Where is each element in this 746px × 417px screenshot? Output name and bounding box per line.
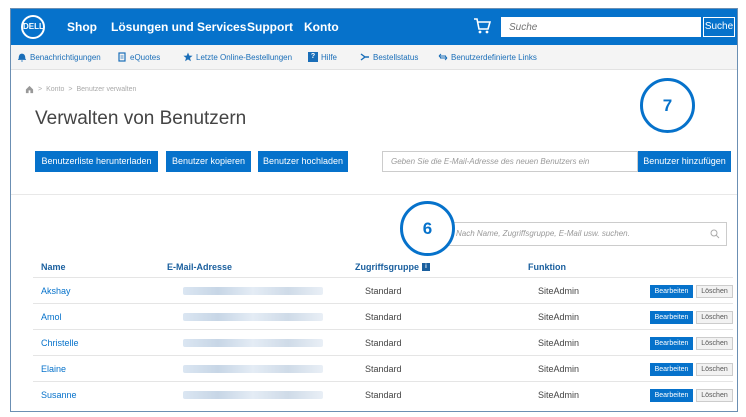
delete-button[interactable]: Löschen (696, 311, 733, 324)
page-title: Verwalten von Benutzern (35, 108, 247, 129)
access-group: Standard (365, 286, 402, 296)
top-nav: DELL Shop Lösungen und Services Support … (11, 9, 737, 45)
email-redacted (183, 339, 323, 347)
user-name-link[interactable]: Amol (41, 312, 62, 322)
subnav-order-status[interactable]: Bestellstatus (360, 52, 418, 62)
role: SiteAdmin (538, 338, 580, 348)
star-icon (183, 52, 193, 62)
edit-button[interactable]: Bearbeiten (650, 363, 693, 376)
link-icon (438, 53, 448, 61)
access-group: Standard (365, 390, 402, 400)
delete-button[interactable]: Löschen (696, 337, 733, 350)
edit-button[interactable]: Bearbeiten (650, 311, 693, 324)
search-icon (710, 229, 720, 239)
email-redacted (183, 313, 323, 321)
table-row: Amol Standard SiteAdmin Bearbeiten Lösch… (33, 303, 733, 329)
app-frame: DELL Shop Lösungen und Services Support … (10, 8, 738, 412)
email-redacted (183, 391, 323, 399)
edit-button[interactable]: Bearbeiten (650, 285, 693, 298)
role: SiteAdmin (538, 286, 580, 296)
new-user-email-input[interactable]: Geben Sie die E-Mail-Adresse des neuen B… (382, 151, 638, 172)
table-row: Christelle Standard SiteAdmin Bearbeiten… (33, 329, 733, 355)
column-header-name[interactable]: Name (41, 262, 66, 272)
subnav-help[interactable]: ? Hilfe (308, 52, 337, 62)
email-redacted (183, 287, 323, 295)
access-group: Standard (365, 312, 402, 322)
upload-users-button[interactable]: Benutzer hochladen (258, 151, 348, 172)
user-name-link[interactable]: Elaine (41, 364, 66, 374)
home-icon[interactable] (25, 85, 34, 94)
delete-button[interactable]: Löschen (696, 363, 733, 376)
subnav-equotes[interactable]: eQuotes (117, 52, 160, 62)
access-group: Standard (365, 338, 402, 348)
document-icon (118, 52, 126, 62)
download-user-list-button[interactable]: Benutzerliste herunterladen (35, 151, 158, 172)
delete-button[interactable]: Löschen (696, 389, 733, 402)
nav-support[interactable]: Support (247, 20, 293, 34)
breadcrumb-account[interactable]: Konto (46, 86, 64, 93)
add-user-button[interactable]: Benutzer hinzufügen (638, 151, 731, 172)
copy-users-button[interactable]: Benutzer kopieren (166, 151, 251, 172)
breadcrumb-current: Benutzer verwalten (76, 86, 137, 93)
nav-shop[interactable]: Shop (67, 20, 97, 34)
info-icon[interactable]: i (422, 263, 430, 271)
table-row: Elaine Standard SiteAdmin Bearbeiten Lös… (33, 355, 733, 381)
nav-solutions[interactable]: Lösungen und Services (111, 20, 246, 34)
cart-icon[interactable] (473, 17, 491, 35)
table-search-input[interactable]: Nach Name, Zugriffsgruppe, E-Mail usw. s… (447, 222, 727, 246)
nav-account[interactable]: Konto (304, 20, 339, 34)
email-redacted (183, 365, 323, 373)
subnav-notifications[interactable]: Benachrichtigungen (17, 52, 101, 62)
help-icon: ? (308, 52, 318, 62)
section-divider (11, 194, 737, 195)
subnav-recent-orders[interactable]: Letzte Online-Bestellungen (183, 52, 292, 62)
search-button[interactable]: Suche (703, 17, 735, 37)
role: SiteAdmin (538, 390, 580, 400)
column-header-role[interactable]: Funktion (528, 262, 566, 272)
subnav-custom-links[interactable]: Benutzerdefinierte Links (438, 52, 537, 62)
column-header-group[interactable]: Zugriffsgruppe i (355, 262, 430, 272)
user-name-link[interactable]: Akshay (41, 286, 71, 296)
dell-logo[interactable]: DELL (21, 15, 45, 39)
delete-button[interactable]: Löschen (696, 285, 733, 298)
search-input[interactable] (501, 17, 701, 37)
bell-icon (18, 53, 26, 62)
access-group: Standard (365, 364, 402, 374)
user-name-link[interactable]: Susanne (41, 390, 77, 400)
column-header-email[interactable]: E-Mail-Adresse (167, 262, 232, 272)
edit-button[interactable]: Bearbeiten (650, 389, 693, 402)
truck-icon (360, 53, 369, 61)
edit-button[interactable]: Bearbeiten (650, 337, 693, 350)
breadcrumb: > Konto > Benutzer verwalten (25, 85, 136, 94)
table-row: Akshay Standard SiteAdmin Bearbeiten Lös… (33, 277, 733, 303)
table-row: Susanne Standard SiteAdmin Bearbeiten Lö… (33, 381, 733, 407)
role: SiteAdmin (538, 312, 580, 322)
callout-6: 6 (400, 201, 455, 256)
role: SiteAdmin (538, 364, 580, 374)
user-name-link[interactable]: Christelle (41, 338, 79, 348)
sub-nav: Benachrichtigungen eQuotes Letzte Online… (11, 45, 737, 70)
callout-7: 7 (640, 78, 695, 133)
